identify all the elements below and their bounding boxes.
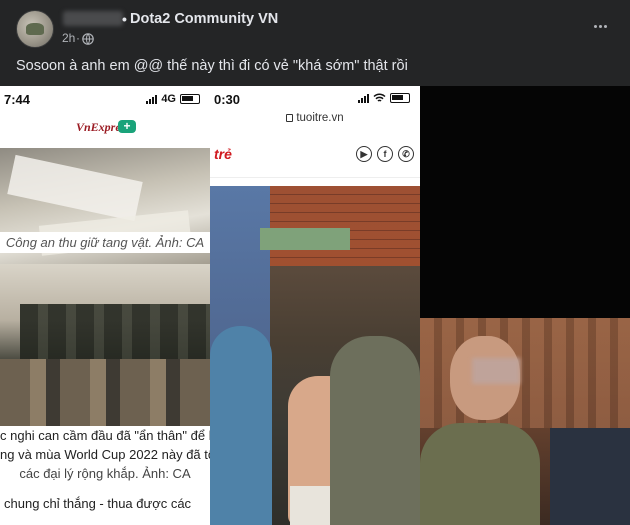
network-label: 4G [161,93,176,105]
article-line: ng và mùa World Cup 2022 này đã tổ c [0,447,210,462]
post-header: • Dota2 Community VN 2h · [0,0,630,52]
battery-icon [390,93,410,103]
news-site-header: trẻ ▶ f ✆ [210,134,420,178]
media-grid: 7:44 4G VnExpress + Công an thu giữ tang… [0,86,630,525]
post-time[interactable]: 2h [62,31,75,45]
status-time: 0:30 [214,92,241,107]
public-globe-icon[interactable] [82,33,94,45]
status-time: 7:44 [4,92,31,107]
facebook-icon: f [377,146,393,162]
social-icons: ▶ f ✆ [356,146,414,162]
group-name-link[interactable]: Dota2 Community VN [130,11,278,27]
media-image-tuoitre-screenshot[interactable]: 0:30 tuoitre.vn trẻ ▶ f ✆ [210,86,420,525]
plus-badge: + [118,120,136,133]
time-separator: · [76,31,80,45]
phone-status-bar: 7:44 4G [0,86,210,112]
wifi-icon [373,93,386,102]
post-text: Sosoon à anh em @@ thế này thì đi có vẻ … [16,58,408,74]
news-logo-bar: VnExpress + [0,112,210,146]
name-separator: • [122,11,127,27]
article-text: c nghi can cầm đầu đã "ẩn thân" để h ng … [0,426,210,483]
photo-caption: Công an thu giữ tang vật. Ảnh: CA [0,232,210,253]
face-blur [472,358,520,384]
status-network [358,93,410,103]
lock-icon [286,114,294,122]
article-line: các đại lý rộng khắp. Ảnh: CA [19,466,191,481]
arrest-photo [210,186,420,525]
phone-status-bar: 0:30 [210,86,420,112]
article-footer-text: chung chỉ thắng - thua được các [0,496,210,511]
police-photo [0,264,210,429]
battery-icon [180,94,200,104]
phone-icon: ✆ [398,146,414,162]
more-options-icon[interactable] [588,14,612,38]
tuoitre-logo: trẻ [214,146,232,162]
signal-icon [146,94,158,104]
poster-avatar[interactable] [16,10,54,48]
media-image-vnexpress-screenshot[interactable]: 7:44 4G VnExpress + Công an thu giữ tang… [0,86,210,525]
article-line: c nghi can cầm đầu đã "ẩn thân" để h [0,428,210,443]
url-text: tuoitre.vn [296,112,344,124]
youtube-icon: ▶ [356,146,372,162]
poster-name-redacted [63,11,123,26]
suspect-photo [420,318,630,525]
status-network: 4G [146,93,200,105]
signal-icon [358,93,369,103]
browser-url-bar: tuoitre.vn [210,112,420,134]
media-image-suspect-photo[interactable] [420,86,630,525]
